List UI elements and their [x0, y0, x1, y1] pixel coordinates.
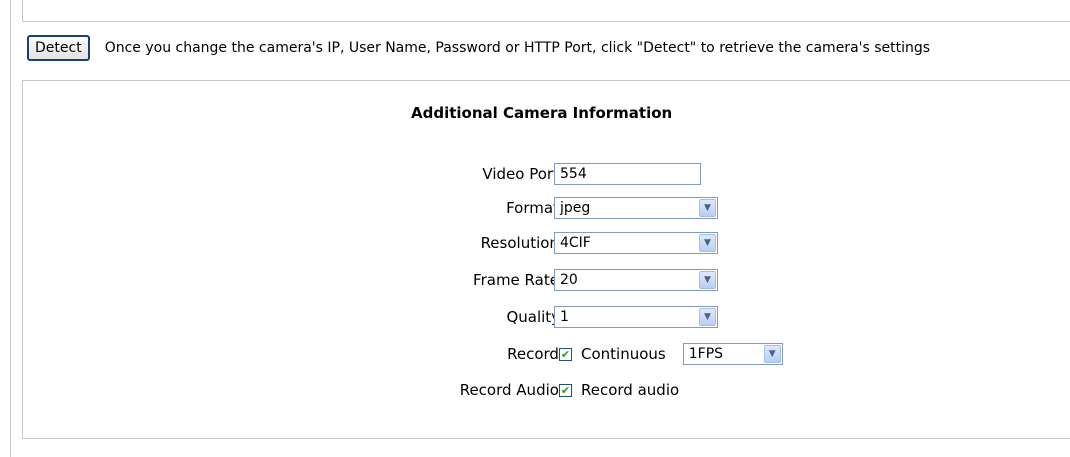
chevron-down-icon[interactable]: ▼	[699, 234, 716, 252]
resolution-label: Resolution:	[480, 234, 564, 252]
quality-row: Quality: 1 ▼	[23, 304, 1070, 330]
additional-camera-info-panel: Additional Camera Information Video Port…	[22, 80, 1070, 439]
chevron-down-icon[interactable]: ▼	[699, 308, 716, 326]
quality-select[interactable]: 1 ▼	[554, 306, 718, 328]
left-border	[10, 0, 11, 457]
frame-rate-select[interactable]: 20 ▼	[554, 269, 718, 291]
record-continuous-label: Continuous	[581, 345, 666, 363]
frame-rate-value: 20	[560, 272, 578, 288]
record-audio-label: Record Audio:	[459, 381, 564, 399]
record-row: Record: ✔ Continuous 1FPS ▼	[23, 341, 1070, 367]
format-select[interactable]: jpeg ▼	[554, 197, 718, 219]
checkmark-icon: ✔	[560, 347, 571, 361]
frame-rate-row: Frame Rate: 20 ▼	[23, 267, 1070, 293]
detect-message: Once you change the camera's IP, User Na…	[104, 40, 931, 56]
record-audio-checkbox-label: Record audio	[581, 381, 680, 399]
panel-title: Additional Camera Information	[411, 104, 673, 122]
detect-button[interactable]: Detect	[27, 35, 90, 61]
resolution-select[interactable]: 4CIF ▼	[554, 232, 718, 254]
detect-row: Detect Once you change the camera's IP, …	[27, 35, 930, 61]
record-fps-value: 1FPS	[688, 346, 724, 362]
format-row: Format: jpeg ▼	[23, 195, 1070, 221]
video-port-row: Video Port: 554	[23, 161, 1070, 187]
format-value: jpeg	[560, 200, 591, 216]
resolution-row: Resolution: 4CIF ▼	[23, 230, 1070, 256]
frame-rate-label: Frame Rate:	[473, 271, 564, 289]
chevron-down-icon[interactable]: ▼	[699, 199, 716, 217]
video-port-input[interactable]: 554	[554, 163, 701, 185]
record-continuous-checkbox[interactable]: ✔	[559, 347, 572, 361]
record-audio-checkbox[interactable]: ✔	[559, 383, 572, 397]
quality-value: 1	[560, 309, 569, 325]
video-port-label: Video Port:	[482, 165, 564, 183]
top-frame	[22, 0, 1070, 22]
record-fps-select[interactable]: 1FPS ▼	[682, 343, 783, 365]
chevron-down-icon[interactable]: ▼	[699, 271, 716, 289]
resolution-value: 4CIF	[560, 235, 591, 251]
record-label: Record:	[507, 345, 564, 363]
chevron-down-icon[interactable]: ▼	[763, 345, 781, 363]
record-audio-row: Record Audio: ✔ Record audio	[23, 377, 1070, 403]
checkmark-icon: ✔	[560, 383, 571, 397]
